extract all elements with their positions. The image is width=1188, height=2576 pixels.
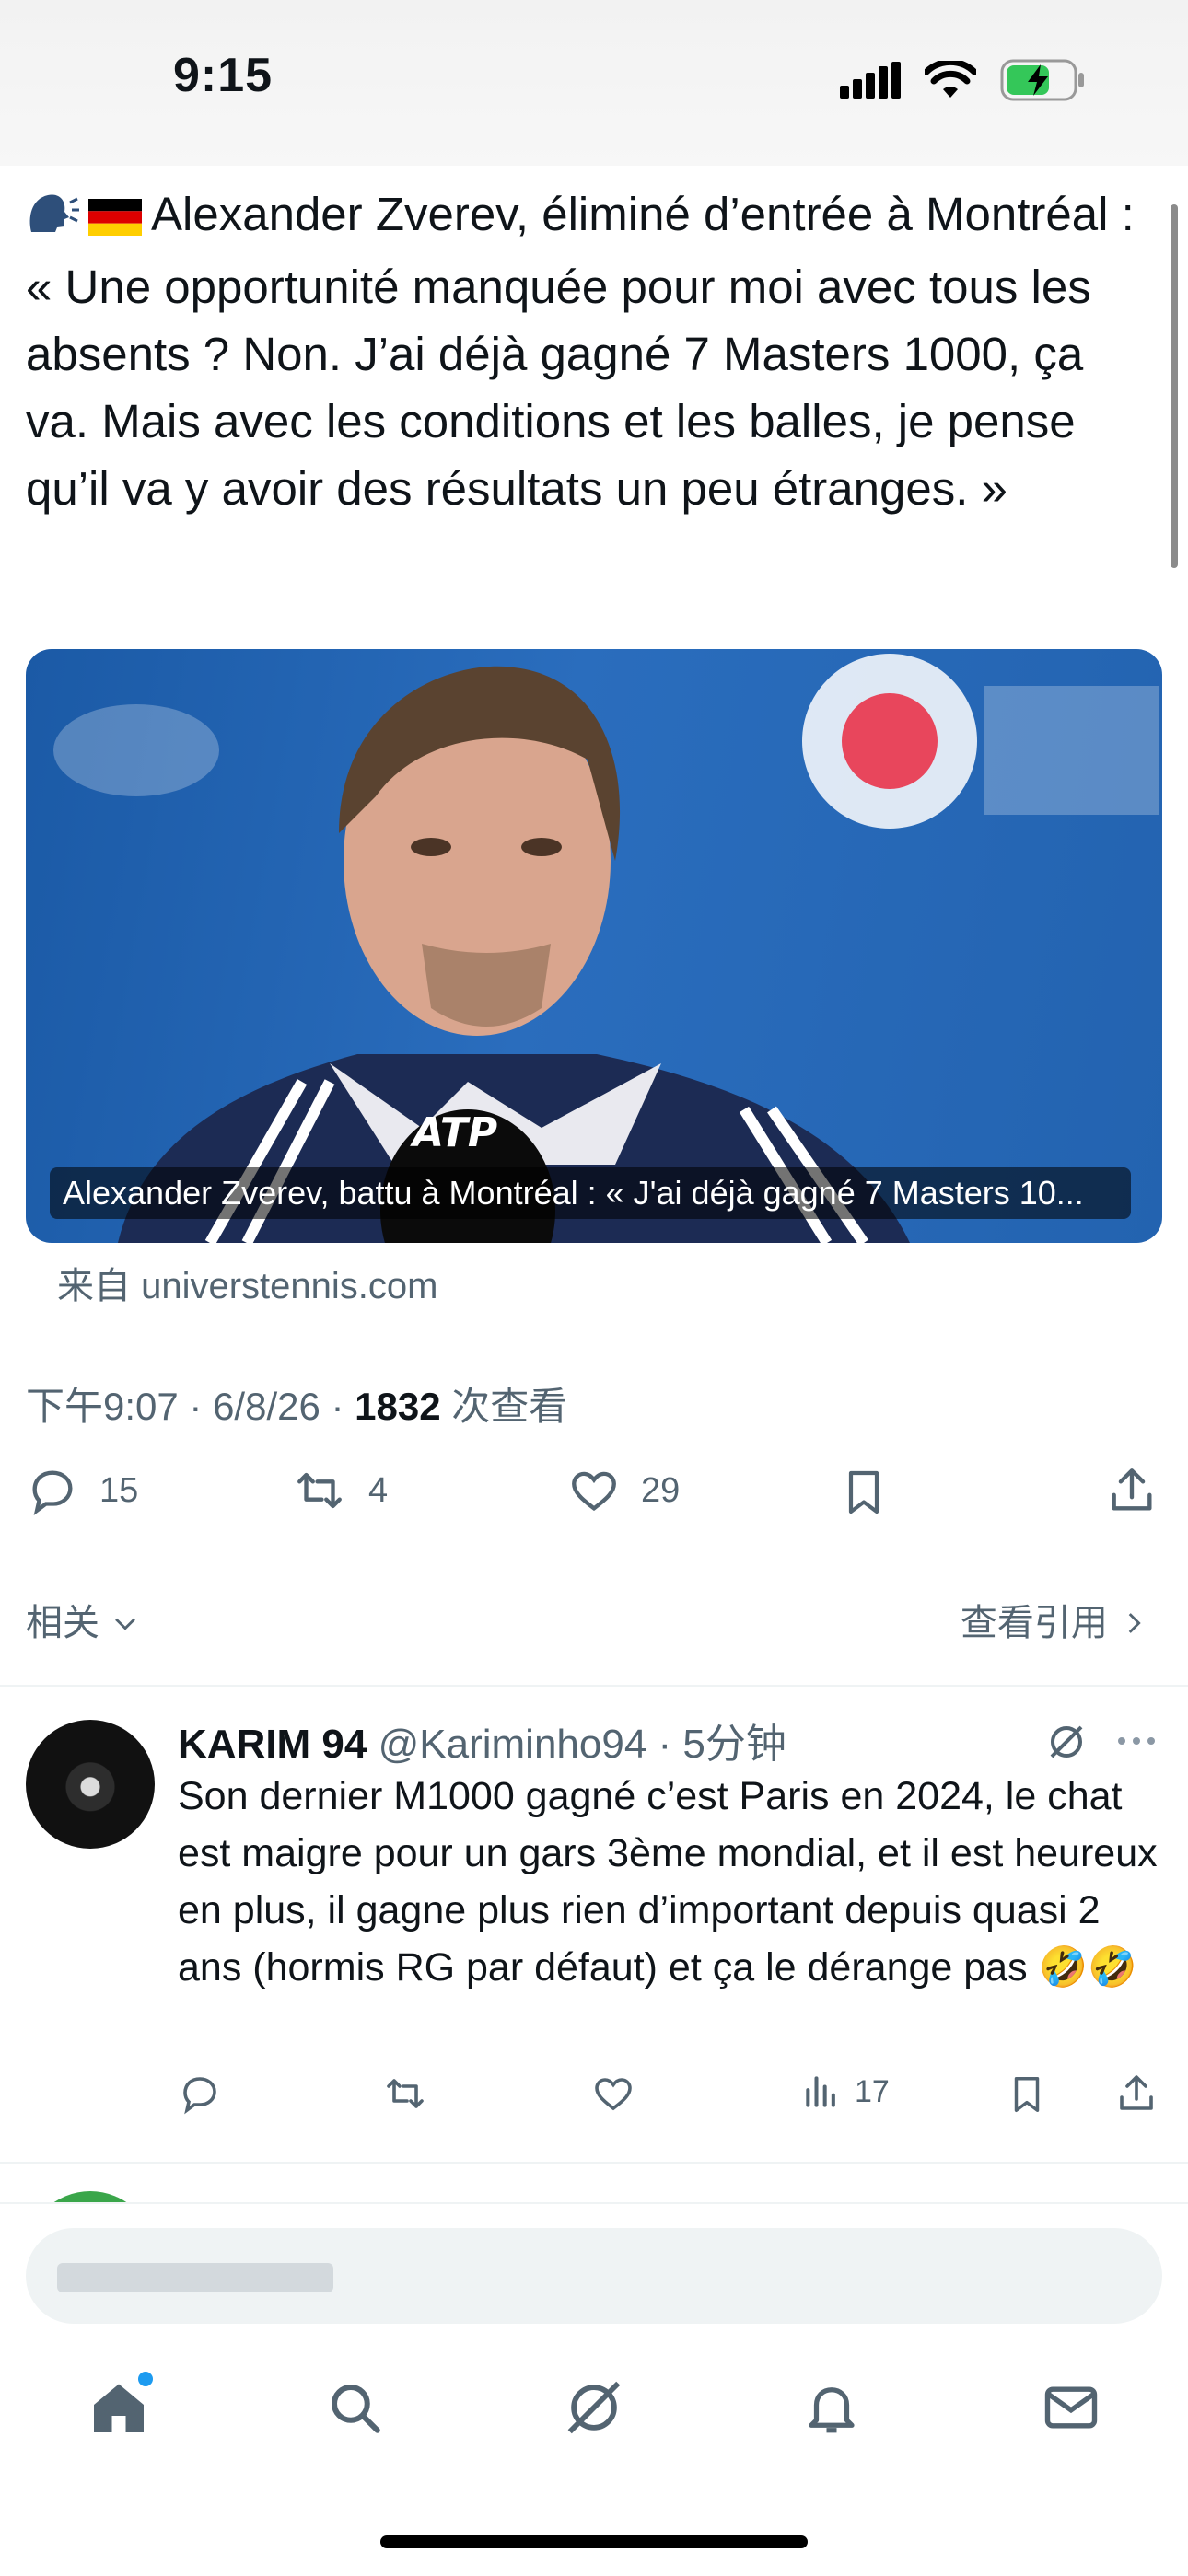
reply-header: KARIM 94 @Kariminho94 · 5分钟 [178, 1711, 786, 1770]
bookmark-button[interactable] [838, 1464, 890, 1521]
signal-icon [840, 62, 901, 99]
views-label: 次查看 [440, 1385, 568, 1428]
tab-messages[interactable] [1030, 2366, 1112, 2449]
reply-button[interactable]: 15 [26, 1464, 138, 1517]
avatar[interactable] [26, 1720, 155, 1849]
reply-count: 15 [99, 1470, 139, 1510]
speaking-head-icon [26, 186, 79, 253]
search-icon [331, 2384, 380, 2433]
reply-retweet-button[interactable] [381, 2071, 429, 2116]
quotes-label: 查看引用 [960, 1603, 1108, 1643]
player-photo: ATP [53, 654, 1159, 1243]
grok-icon [567, 2381, 621, 2434]
heart-icon [572, 1471, 616, 1512]
view-quotes-link[interactable]: 查看引用 [961, 1593, 1149, 1646]
share-icon [1120, 2075, 1153, 2110]
tweet-action-bar: 15 4 29 [0, 1464, 1188, 1537]
reply-text: Son dernier M1000 gagné c’est Paris en 2… [178, 1774, 1158, 1990]
reply-bookmark-button[interactable] [1006, 2071, 1048, 2118]
related-label: 相关 [26, 1603, 99, 1643]
scrollbar[interactable] [1171, 204, 1178, 568]
retweet-icon [387, 2079, 424, 2108]
bookmark-icon [1014, 2077, 1040, 2112]
reply-action-bar: 17 [0, 2071, 1188, 2136]
reply-views-button[interactable]: 17 [801, 2071, 890, 2112]
tweet-media-card[interactable]: ATP Alexander Zverev, battu à Montréal :… [26, 649, 1162, 1243]
chevron-right-icon [1128, 1613, 1141, 1633]
views-icon [806, 2076, 835, 2107]
share-icon [1112, 1468, 1152, 1511]
svg-text:ATP: ATP [410, 1109, 497, 1156]
divider [0, 2162, 1188, 2164]
status-icons [840, 59, 1087, 101]
like-button[interactable]: 29 [567, 1464, 680, 1517]
retweet-button[interactable]: 4 [291, 1464, 388, 1517]
tweet-meta: 下午9:07 · 6/8/26 · 1832 次查看 [26, 1375, 567, 1432]
reply-input[interactable] [26, 2228, 1162, 2324]
reply-handle[interactable]: @Kariminho94 · 5分钟 [379, 1722, 786, 1767]
heart-icon [595, 2078, 632, 2111]
retweet-icon [297, 1472, 342, 1509]
grok-icon[interactable] [1044, 1720, 1089, 1764]
wifi-icon [925, 61, 976, 98]
germany-flag-icon [88, 186, 142, 253]
tweet-text: Alexander Zverev, éliminé d’entrée à Mon… [26, 180, 1149, 522]
status-time: 9:15 [173, 49, 274, 102]
bookmark-icon [848, 1470, 879, 1514]
tab-search[interactable] [313, 2366, 396, 2449]
divider [0, 1685, 1188, 1687]
reply-comment-button[interactable] [178, 2071, 222, 2116]
tab-notifications[interactable] [790, 2366, 873, 2449]
tab-grok[interactable] [553, 2366, 635, 2449]
home-indicator[interactable] [380, 2535, 808, 2548]
reply-author-name[interactable]: KARIM 94 [178, 1722, 367, 1767]
comment-icon [183, 2077, 216, 2115]
views-count: 1832 [355, 1385, 441, 1428]
media-caption: Alexander Zverev, battu à Montréal : « J… [50, 1167, 1131, 1219]
chevron-down-icon [115, 1618, 136, 1630]
battery-icon [1000, 59, 1084, 101]
share-button[interactable] [1105, 1464, 1159, 1517]
notifications-icon [809, 2387, 855, 2433]
status-bar: 9:15 [0, 0, 1188, 166]
related-dropdown[interactable]: 相关 [26, 1593, 141, 1646]
like-count: 29 [641, 1470, 681, 1510]
notification-dot [138, 2372, 153, 2386]
placeholder-blurred [57, 2263, 333, 2293]
comment-icon [32, 1470, 73, 1516]
card-source[interactable]: 来自 universtennis.com [57, 1256, 437, 1309]
tweet-timestamp: 下午9:07 · 6/8/26 · [26, 1385, 355, 1428]
more-icon[interactable] [1114, 1727, 1159, 1755]
reply-share-button[interactable] [1114, 2071, 1159, 2116]
reply-like-button[interactable] [591, 2071, 635, 2116]
messages-icon [1044, 2386, 1098, 2429]
reply-views-count: 17 [855, 2073, 890, 2109]
retweet-count: 4 [368, 1470, 389, 1510]
bottom-tab-bar [0, 2366, 1188, 2477]
tweet-text-content: Alexander Zverev, éliminé d’entrée à Mon… [26, 188, 1135, 515]
tab-home[interactable] [77, 2366, 160, 2449]
